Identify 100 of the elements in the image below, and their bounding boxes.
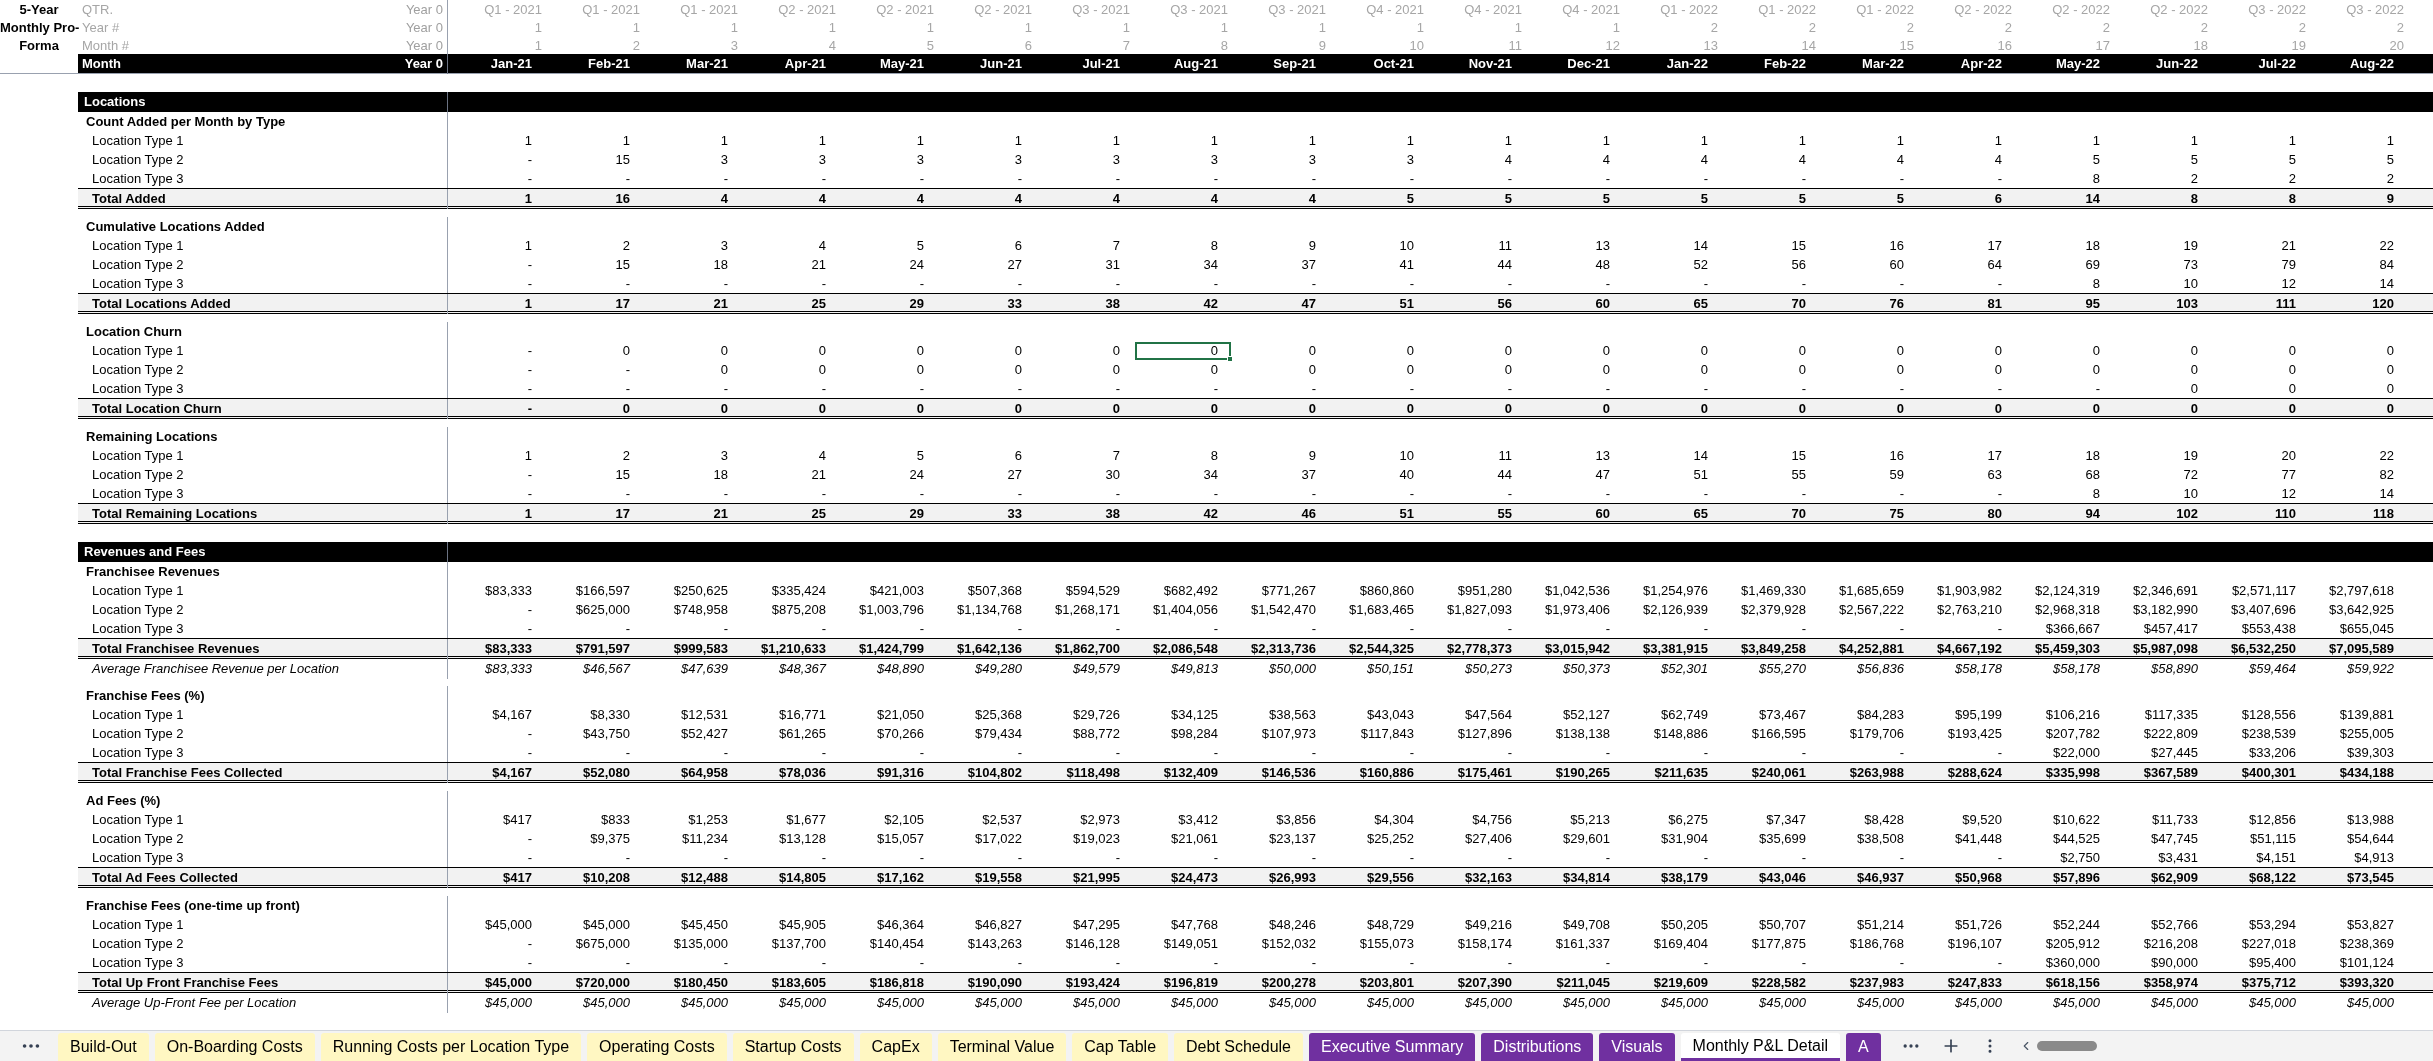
table-cell-text: 12 — [2281, 275, 2297, 293]
table-cell-text: 0 — [1308, 361, 1317, 379]
sheet-tab[interactable]: CapEx — [859, 1033, 932, 1061]
table-cell-text: 102 — [2176, 505, 2199, 523]
grid-cell[interactable]: 0 — [1820, 341, 1918, 361]
table-cell-text: $250,625 — [673, 582, 729, 600]
grid-cell[interactable]: 0 — [1036, 341, 1134, 361]
table-cell-text: 1 — [524, 295, 533, 313]
table-cell-text: - — [723, 744, 729, 762]
sheet-tab[interactable]: Executive Summary — [1309, 1033, 1476, 1061]
table-cell-text: - — [1899, 275, 1905, 293]
table-cell-text: $101,124 — [2339, 954, 2395, 972]
table-cell-text: 12 — [1604, 37, 1621, 55]
grid-cell[interactable]: 0 — [742, 341, 840, 361]
grid-cell[interactable]: 0 — [1232, 341, 1330, 361]
table-cell-text: - — [1311, 170, 1317, 188]
table-cell-text: 19 — [2290, 37, 2307, 55]
table-cell-text: - — [1507, 849, 1513, 867]
grid-cell[interactable]: - — [448, 341, 546, 361]
table-cell-text: 1 — [524, 132, 533, 150]
sheet-tab[interactable]: Monthly P&L Detail — [1680, 1033, 1841, 1061]
grid-cell[interactable]: 0 — [938, 341, 1036, 361]
sheet-tab[interactable]: Running Costs per Location Type — [320, 1033, 582, 1061]
table-cell-text: - — [1311, 485, 1317, 503]
table-cell-text: $48,367 — [779, 660, 828, 678]
table-cell-text: 3 — [1406, 151, 1415, 169]
grid-cell[interactable]: 0 — [1526, 341, 1624, 361]
table-cell-text: - — [1997, 380, 2003, 398]
sheet-tab[interactable]: On-Boarding Costs — [154, 1033, 315, 1061]
table-cell-text: - — [1017, 849, 1023, 867]
table-cell-text: $47,564 — [1465, 706, 1513, 724]
table-cell-text: - — [1899, 380, 1905, 398]
table-cell-text: 0 — [1112, 361, 1121, 379]
table-cell-text: - — [527, 170, 533, 188]
table-cell-text: $27,445 — [2151, 744, 2199, 762]
sheet-tab[interactable]: Terminal Value — [937, 1033, 1067, 1061]
grid-cell[interactable]: 0 — [546, 341, 644, 361]
table-cell-text: $161,337 — [1555, 935, 1611, 953]
table-cell-text: $2,968,318 — [2034, 601, 2101, 619]
table-cell-text: 1 — [524, 190, 533, 208]
grid-cell[interactable]: 0 — [1918, 341, 2016, 361]
table-cell-text: - — [625, 620, 631, 638]
table-cell-text: Q1 - 2021 — [679, 1, 739, 19]
table-cell-text: 2 — [2386, 170, 2395, 188]
row-label: Location Type 3 — [92, 620, 184, 638]
grid-cell[interactable]: 0 — [1134, 341, 1232, 361]
table-cell-text: $52,301 — [1661, 660, 1709, 678]
grid-cell[interactable]: 0 — [1330, 341, 1428, 361]
sheet-tab[interactable]: A — [1846, 1033, 1881, 1061]
table-cell-text: $177,875 — [1751, 935, 1807, 953]
table-cell-text: - — [1997, 849, 2003, 867]
sheet-tab[interactable]: Debt Schedule — [1174, 1033, 1303, 1061]
table-cell-text: 0 — [1504, 342, 1513, 360]
grid-cell[interactable]: 0 — [840, 341, 938, 361]
table-cell-text: 2 — [1905, 19, 1915, 37]
table-cell-text: - — [1507, 620, 1513, 638]
table-cell-text: 33 — [1007, 505, 1023, 523]
sheet-tab[interactable]: Visuals — [1599, 1033, 1675, 1061]
grid-cell[interactable]: 0 — [1722, 341, 1820, 361]
grid-cell[interactable]: 0 — [1428, 341, 1526, 361]
table-cell-text: $1,268,171 — [1054, 601, 1121, 619]
table-cell-text: $175,461 — [1457, 764, 1513, 782]
table-cell-text: 5 — [1504, 190, 1513, 208]
row-label: QTR. — [82, 1, 114, 19]
table-cell-text: $45,000 — [1465, 994, 1513, 1012]
table-cell-text: $95,199 — [1955, 706, 2003, 724]
table-cell-text: Q2 - 2021 — [875, 1, 935, 19]
table-cell-text: $41,448 — [1955, 830, 2003, 848]
sheet-tab[interactable]: Startup Costs — [732, 1033, 854, 1061]
grid-cell[interactable]: 0 — [2310, 341, 2408, 361]
table-cell-text: $3,407,696 — [2230, 601, 2297, 619]
table-cell-text: 9 — [1308, 237, 1317, 255]
table-cell-text: 0 — [1210, 342, 1219, 360]
grid-cell[interactable]: 0 — [2212, 341, 2310, 361]
group-title: Franchise Fees (%) — [86, 687, 205, 705]
grid-cell[interactable]: 0 — [1624, 341, 1722, 361]
table-cell-text: 33 — [1007, 295, 1023, 313]
table-cell-text: $2,105 — [884, 811, 925, 829]
table-cell-text: - — [1409, 744, 1415, 762]
sheet-tab[interactable]: Operating Costs — [587, 1033, 727, 1061]
sheet-tab[interactable]: Distributions — [1481, 1033, 1594, 1061]
table-cell-text: 18 — [2085, 237, 2101, 255]
table-cell-text: Q1 - 2022 — [1659, 1, 1719, 19]
sheet-tab[interactable]: Build-Out — [58, 1033, 149, 1061]
table-cell-text: - — [919, 485, 925, 503]
scroll-thumb[interactable] — [2036, 1041, 2097, 1051]
sheet-tab[interactable]: Cap Table — [1072, 1033, 1169, 1061]
table-cell-text: $45,000 — [485, 916, 533, 934]
table-cell-text: 3 — [720, 237, 729, 255]
table-cell-text: $375,712 — [2241, 974, 2297, 992]
grid-cell[interactable]: 0 — [2114, 341, 2212, 361]
table-cell-text: $4,667,192 — [1936, 640, 2003, 658]
row-label: Location Type 1 — [92, 342, 184, 360]
table-cell-text: - — [1017, 744, 1023, 762]
table-cell-text: 1 — [827, 19, 837, 37]
table-cell-text: $791,597 — [575, 640, 631, 658]
grid-cell[interactable]: 0 — [2016, 341, 2114, 361]
grid-cell[interactable]: 0 — [644, 341, 742, 361]
table-cell-text: $52,080 — [583, 764, 631, 782]
table-cell-text: $25,252 — [1367, 830, 1415, 848]
